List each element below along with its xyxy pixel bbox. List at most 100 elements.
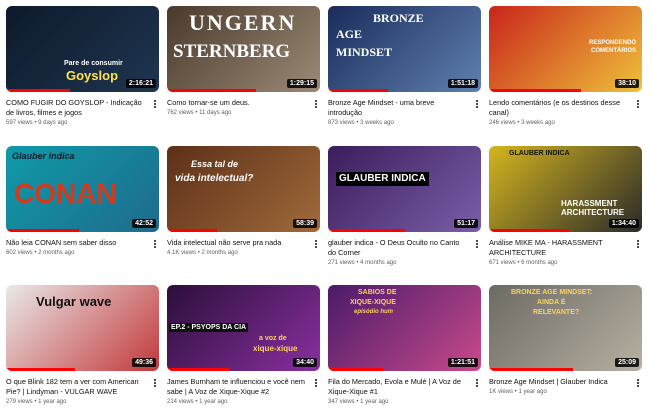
video-title[interactable]: Como tornar-se um deus. <box>167 98 308 108</box>
thumb-caption: a voz de <box>259 335 287 342</box>
video-title[interactable]: Lendo comentários (e os destinos desse c… <box>489 98 630 118</box>
more-options-icon[interactable] <box>634 238 642 250</box>
video-title[interactable]: Não leia CONAN sem saber disso <box>6 238 147 248</box>
thumb-caption: GLAUBER INDICA <box>509 150 570 157</box>
video-stats: 246 views • 3 weeks ago <box>489 120 630 126</box>
video-card[interactable]: Vulgar wave 49:36 O que Blink 182 tem a ve… <box>6 285 159 405</box>
duration-badge: 58:39 <box>293 219 317 228</box>
video-thumbnail[interactable]: EP.2 - PSYOPS DA CIA a voz de xique-xique 3… <box>167 285 320 371</box>
more-options-icon[interactable] <box>312 377 320 389</box>
dot <box>637 243 639 245</box>
video-card[interactable]: Pare de consumir Goyslop 2:16:21 COMO FUGIR… <box>6 6 159 126</box>
video-card[interactable]: Essa tal de vida intelectual? 58:39 Vida in… <box>167 146 320 256</box>
thumb-caption: BRONZE AGE MINDSET: <box>511 289 593 296</box>
thumb-caption: SABIOS DE <box>358 289 397 296</box>
more-options-icon[interactable] <box>151 238 159 250</box>
dot <box>154 100 156 102</box>
video-thumbnail[interactable]: GLAUBER INDICA HARASSMENT ARCHITECTURE 1:34… <box>489 146 642 232</box>
video-title[interactable]: James Burnham te influenciou e você nem … <box>167 377 308 397</box>
more-options-icon[interactable] <box>312 98 320 110</box>
more-options-icon[interactable] <box>634 377 642 389</box>
upload-age: 1 year ago <box>38 399 67 405</box>
duration-badge: 25:09 <box>615 358 639 367</box>
dot <box>315 385 317 387</box>
video-card[interactable]: SABIOS DE XIQUE-XIQUE episódio hum 1:21:51 F… <box>328 285 481 405</box>
upload-age: 11 days ago <box>199 110 232 116</box>
dot <box>315 106 317 108</box>
video-thumbnail[interactable]: UNGERN STERNBERG 1:29:15 <box>167 6 320 92</box>
thumb-caption: GLAUBER INDICA <box>336 172 429 186</box>
more-options-icon[interactable] <box>473 238 481 250</box>
video-card[interactable]: UNGERN STERNBERG 1:29:15 Como tornar-se um … <box>167 6 320 116</box>
video-card[interactable]: BRONZE AGE MINDSET: AINDA É RELEVANTE? 25:0… <box>489 285 642 395</box>
video-thumbnail[interactable]: Glauber indica CONAN 42:52 <box>6 146 159 232</box>
upload-age: 1 year ago <box>199 399 228 405</box>
video-stats: 271 views • 4 months ago <box>328 260 469 266</box>
more-options-icon[interactable] <box>151 377 159 389</box>
upload-age: 2 months ago <box>201 250 238 256</box>
duration-badge: 38:10 <box>615 79 639 88</box>
video-thumbnail[interactable]: RESPONDENDO COMENTÁRIOS 38:10 <box>489 6 642 92</box>
video-card[interactable]: Glauber indica CONAN 42:52 Não leia CONAN s… <box>6 146 159 256</box>
video-title[interactable]: Bronze Age Mindset | Glauber Indica <box>489 377 630 387</box>
more-options-icon[interactable] <box>473 98 481 110</box>
video-card[interactable]: BRONZE AGE MINDSET 1:51:18 Bronze Age Mindse… <box>328 6 481 126</box>
dot <box>315 246 317 248</box>
thumb-caption: MINDSET <box>336 45 393 59</box>
video-title[interactable]: glauber indica - O Deus Oculto no Canto … <box>328 238 469 258</box>
duration-badge: 42:52 <box>132 219 156 228</box>
dot <box>315 103 317 105</box>
duration-badge: 51:17 <box>454 219 478 228</box>
dot <box>315 240 317 242</box>
video-title[interactable]: Análise MIKE MA - HARASSMENT ARCHITECTUR… <box>489 238 630 258</box>
dot <box>637 382 639 384</box>
more-options-icon[interactable] <box>151 98 159 110</box>
upload-age: 3 weeks ago <box>360 120 394 126</box>
dot <box>637 106 639 108</box>
dot <box>637 379 639 381</box>
view-count: 597 views <box>6 120 33 126</box>
view-count: 347 views <box>328 399 355 405</box>
thumb-caption: Pare de consumir <box>64 60 123 67</box>
view-count: 873 views <box>328 120 355 126</box>
duration-badge: 1:21:51 <box>447 358 478 367</box>
view-count: 671 views <box>489 260 516 266</box>
view-count: 279 views <box>6 399 33 405</box>
more-options-icon[interactable] <box>312 238 320 250</box>
video-stats: 762 views • 11 days ago <box>167 110 308 116</box>
video-stats: 597 views • 9 days ago <box>6 120 147 126</box>
video-thumbnail[interactable]: SABIOS DE XIQUE-XIQUE episódio hum 1:21:51 <box>328 285 481 371</box>
video-title[interactable]: COMO FUGIR DO GOYSLOP - Indicação de liv… <box>6 98 147 118</box>
more-options-icon[interactable] <box>473 377 481 389</box>
dot <box>315 382 317 384</box>
dot <box>154 103 156 105</box>
video-card[interactable]: RESPONDENDO COMENTÁRIOS 38:10 Lendo comentá… <box>489 6 642 126</box>
view-count: 271 views <box>328 260 355 266</box>
more-options-icon[interactable] <box>634 98 642 110</box>
video-card[interactable]: EP.2 - PSYOPS DA CIA a voz de xique-xique 3… <box>167 285 320 405</box>
view-count: 214 views <box>167 399 194 405</box>
video-card[interactable]: GLAUBER INDICA 51:17 glauber indica - O De… <box>328 146 481 266</box>
dot <box>315 379 317 381</box>
video-thumbnail[interactable]: BRONZE AGE MINDSET: AINDA É RELEVANTE? 25:0… <box>489 285 642 371</box>
upload-age: 1 year ago <box>518 389 547 395</box>
thumb-caption: ARCHITECTURE <box>561 208 625 217</box>
video-thumbnail[interactable]: GLAUBER INDICA 51:17 <box>328 146 481 232</box>
video-title[interactable]: Bronze Age Mindset - uma breve introduçã… <box>328 98 469 118</box>
video-title[interactable]: Fila do Mercado, Evola e Mulé | A Voz de… <box>328 377 469 397</box>
video-thumbnail[interactable]: Essa tal de vida intelectual? 58:39 <box>167 146 320 232</box>
duration-badge: 34:40 <box>293 358 317 367</box>
thumb-caption: Essa tal de <box>191 159 239 169</box>
video-thumbnail[interactable]: BRONZE AGE MINDSET 1:51:18 <box>328 6 481 92</box>
upload-age: 4 months ago <box>360 260 397 266</box>
video-card[interactable]: GLAUBER INDICA HARASSMENT ARCHITECTURE 1:34… <box>489 146 642 266</box>
video-title[interactable]: O que Blink 182 tem a ver com American P… <box>6 377 147 397</box>
thumb-caption: EP.2 - PSYOPS DA CIA <box>169 323 249 332</box>
dot <box>476 382 478 384</box>
video-title[interactable]: Vida intelectual não serve pra nada <box>167 238 308 248</box>
video-thumbnail[interactable]: Vulgar wave 49:36 <box>6 285 159 371</box>
video-stats: 214 views • 1 year ago <box>167 399 308 405</box>
thumb-caption: HARASSMENT <box>561 199 618 208</box>
dot <box>637 385 639 387</box>
video-thumbnail[interactable]: Pare de consumir Goyslop 2:16:21 <box>6 6 159 92</box>
